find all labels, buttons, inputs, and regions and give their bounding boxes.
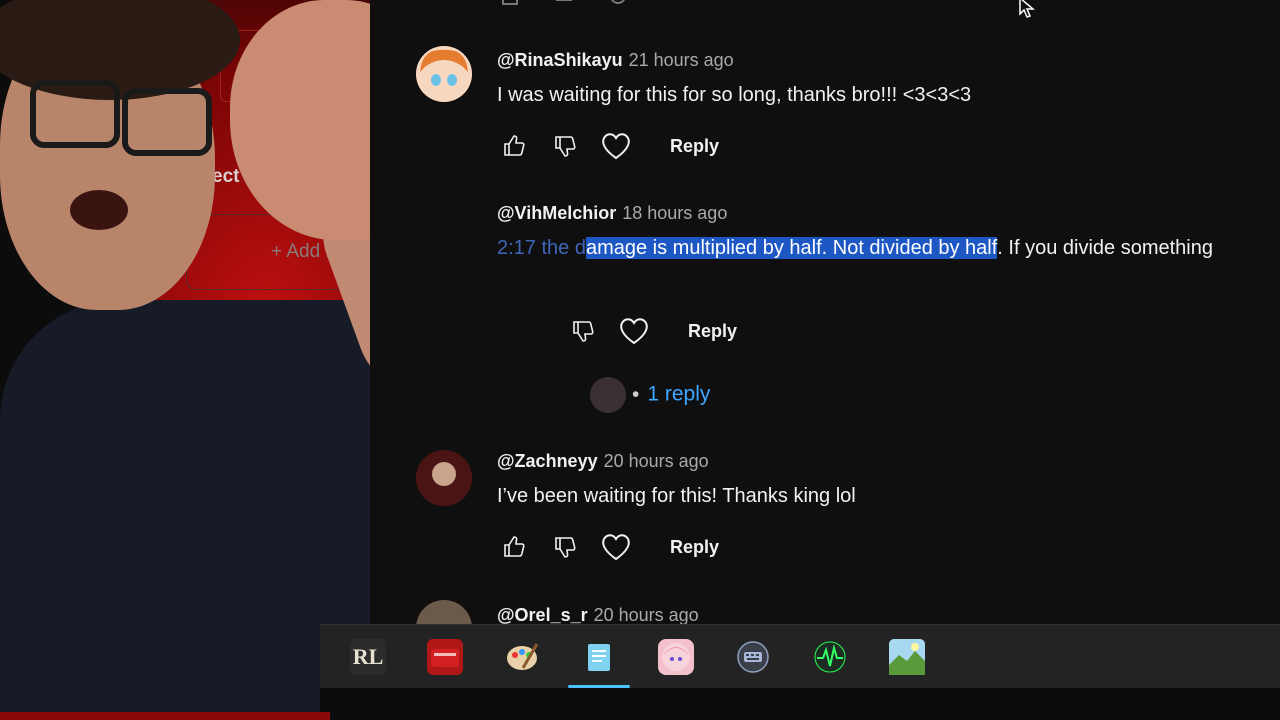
paint-palette-icon[interactable] [504, 639, 540, 675]
screen-bottom [320, 688, 1280, 712]
taskbar: RL [320, 624, 1280, 689]
comment-time[interactable]: 20 hours ago [594, 605, 699, 625]
comment-actions: Reply [497, 530, 719, 564]
mouse-cursor-icon [1018, 0, 1038, 25]
person-mouth [70, 190, 128, 230]
comment-text: I was waiting for this for so long, than… [497, 84, 972, 106]
comment-author[interactable]: @Orel_s_r [497, 605, 588, 625]
rl-icon[interactable]: RL [350, 639, 386, 675]
like-icon[interactable] [497, 129, 531, 163]
video-editor-icon[interactable] [427, 639, 463, 675]
red-strip [0, 712, 330, 720]
like-icon[interactable] [497, 530, 531, 564]
heart-icon[interactable] [608, 0, 628, 6]
reply-avatar [590, 377, 626, 413]
person-face [0, 0, 240, 310]
comment-author[interactable]: @VihMelchior [497, 203, 616, 223]
notepad-icon[interactable] [581, 639, 617, 675]
comment-time[interactable]: 21 hours ago [629, 50, 734, 70]
reply-button[interactable]: Reply [670, 537, 719, 558]
glasses-left [30, 80, 120, 148]
avatar[interactable] [416, 46, 472, 102]
comment-text: 2:17 the damage is multiplied by half. N… [497, 237, 1213, 260]
top-actions [500, 0, 628, 6]
dislike-icon[interactable] [566, 314, 600, 348]
like-icon[interactable] [500, 0, 520, 6]
comment-text: I’ve been waiting for this! Thanks king … [497, 485, 856, 507]
comment-meta: @VihMelchior 18 hours ago [497, 203, 727, 224]
heart-icon[interactable] [617, 314, 651, 348]
selected-text: amage is multiplied by half. Not divided… [585, 237, 998, 259]
comment-time[interactable]: 18 hours ago [622, 203, 727, 223]
reply-button[interactable]: Reply [670, 136, 719, 157]
view-replies-link[interactable]: • 1 reply [590, 377, 710, 413]
comment-actions: Reply [566, 314, 737, 348]
comment-actions: Reply [497, 129, 719, 163]
replies-count[interactable]: 1 reply [647, 383, 710, 406]
comment-meta: @Zachneyy 20 hours ago [497, 451, 709, 472]
dislike-icon[interactable] [548, 530, 582, 564]
activity-monitor-icon[interactable] [812, 639, 848, 675]
comment-author[interactable]: @Zachneyy [497, 451, 598, 471]
comment-meta: @RinaShikayu 21 hours ago [497, 50, 734, 71]
comment-text-prefix[interactable]: 2:17 the d [497, 237, 586, 259]
separator-dot: • [632, 382, 640, 406]
comment-meta: @Orel_s_r 20 hours ago [497, 605, 699, 626]
reply-button[interactable]: Reply [688, 321, 737, 342]
heart-icon[interactable] [599, 530, 633, 564]
comment-text-suffix: . If you divide something [997, 237, 1213, 259]
anime-avatar-icon[interactable] [658, 639, 694, 675]
dislike-icon[interactable] [548, 129, 582, 163]
heart-icon[interactable] [599, 129, 633, 163]
rl-icon-label: RL [352, 644, 384, 669]
avatar[interactable] [416, 450, 472, 506]
keyboard-icon[interactable] [735, 639, 771, 675]
glasses-right [122, 88, 212, 156]
comment-time[interactable]: 20 hours ago [604, 451, 709, 471]
comment-author[interactable]: @RinaShikayu [497, 50, 623, 70]
landscape-app-icon[interactable] [889, 639, 925, 675]
dislike-icon[interactable] [554, 0, 574, 6]
comments-section: @RinaShikayu 21 hours ago I was waiting f… [370, 0, 1280, 630]
